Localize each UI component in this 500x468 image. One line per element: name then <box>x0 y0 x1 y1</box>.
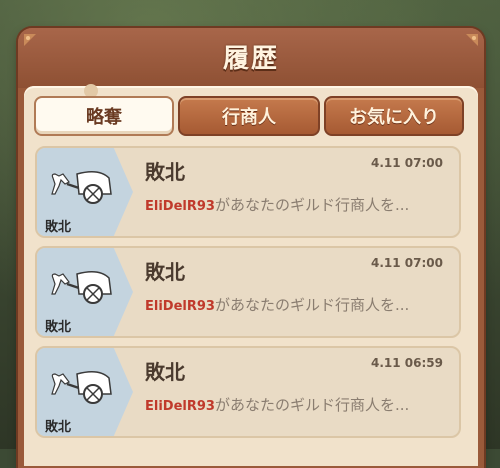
caravan-icon <box>51 271 112 304</box>
record-icon-box: 敗北 <box>37 348 133 436</box>
message-text: があなたのギルド行商人を... <box>214 396 410 414</box>
result-label: 敗北 <box>45 220 72 235</box>
record-message: EliDelR93があなたのギルド行商人を... <box>145 194 409 215</box>
player-name[interactable]: EliDelR93 <box>145 199 215 214</box>
message-text: があなたのギルド行商人を... <box>214 196 410 214</box>
record-time: 4.11 06:59 <box>371 356 443 370</box>
record-message: EliDelR93があなたのギルド行商人を... <box>145 394 409 415</box>
record-message: EliDelR93があなたのギルド行商人を... <box>145 294 409 315</box>
tab-plunder[interactable]: 略奪 <box>34 96 174 136</box>
panel-header: 履歴 <box>18 28 484 88</box>
record-title: 敗北 <box>145 160 185 184</box>
tab-favorites[interactable]: お気に入り <box>324 96 464 136</box>
record-title: 敗北 <box>145 360 185 384</box>
caravan-icon <box>51 171 112 204</box>
tab-bar: 略奪 行商人 お気に入り <box>32 96 464 136</box>
history-record[interactable]: 敗北 敗北 4.11 06:59 EliDelR93があなたのギルド行商人を..… <box>35 346 461 438</box>
record-title: 敗北 <box>145 260 185 284</box>
history-panel: 履歴 略奪 行商人 お気に入り 敗北 敗北 4.11 07:00 EliDelR… <box>18 28 484 468</box>
result-label: 敗北 <box>45 420 72 435</box>
page-title: 履歴 <box>222 44 279 74</box>
history-record[interactable]: 敗北 敗北 4.11 07:00 EliDelR93があなたのギルド行商人を..… <box>35 146 461 238</box>
caravan-icon <box>51 371 112 404</box>
player-name[interactable]: EliDelR93 <box>145 299 215 314</box>
tab-merchant[interactable]: 行商人 <box>178 96 320 136</box>
result-label: 敗北 <box>45 320 72 335</box>
record-time: 4.11 07:00 <box>371 256 443 270</box>
record-time: 4.11 07:00 <box>371 156 443 170</box>
record-icon-box: 敗北 <box>37 148 133 236</box>
history-record[interactable]: 敗北 敗北 4.11 07:00 EliDelR93があなたのギルド行商人を..… <box>35 246 461 338</box>
record-icon-box: 敗北 <box>37 248 133 336</box>
message-text: があなたのギルド行商人を... <box>214 296 410 314</box>
player-name[interactable]: EliDelR93 <box>145 399 215 414</box>
